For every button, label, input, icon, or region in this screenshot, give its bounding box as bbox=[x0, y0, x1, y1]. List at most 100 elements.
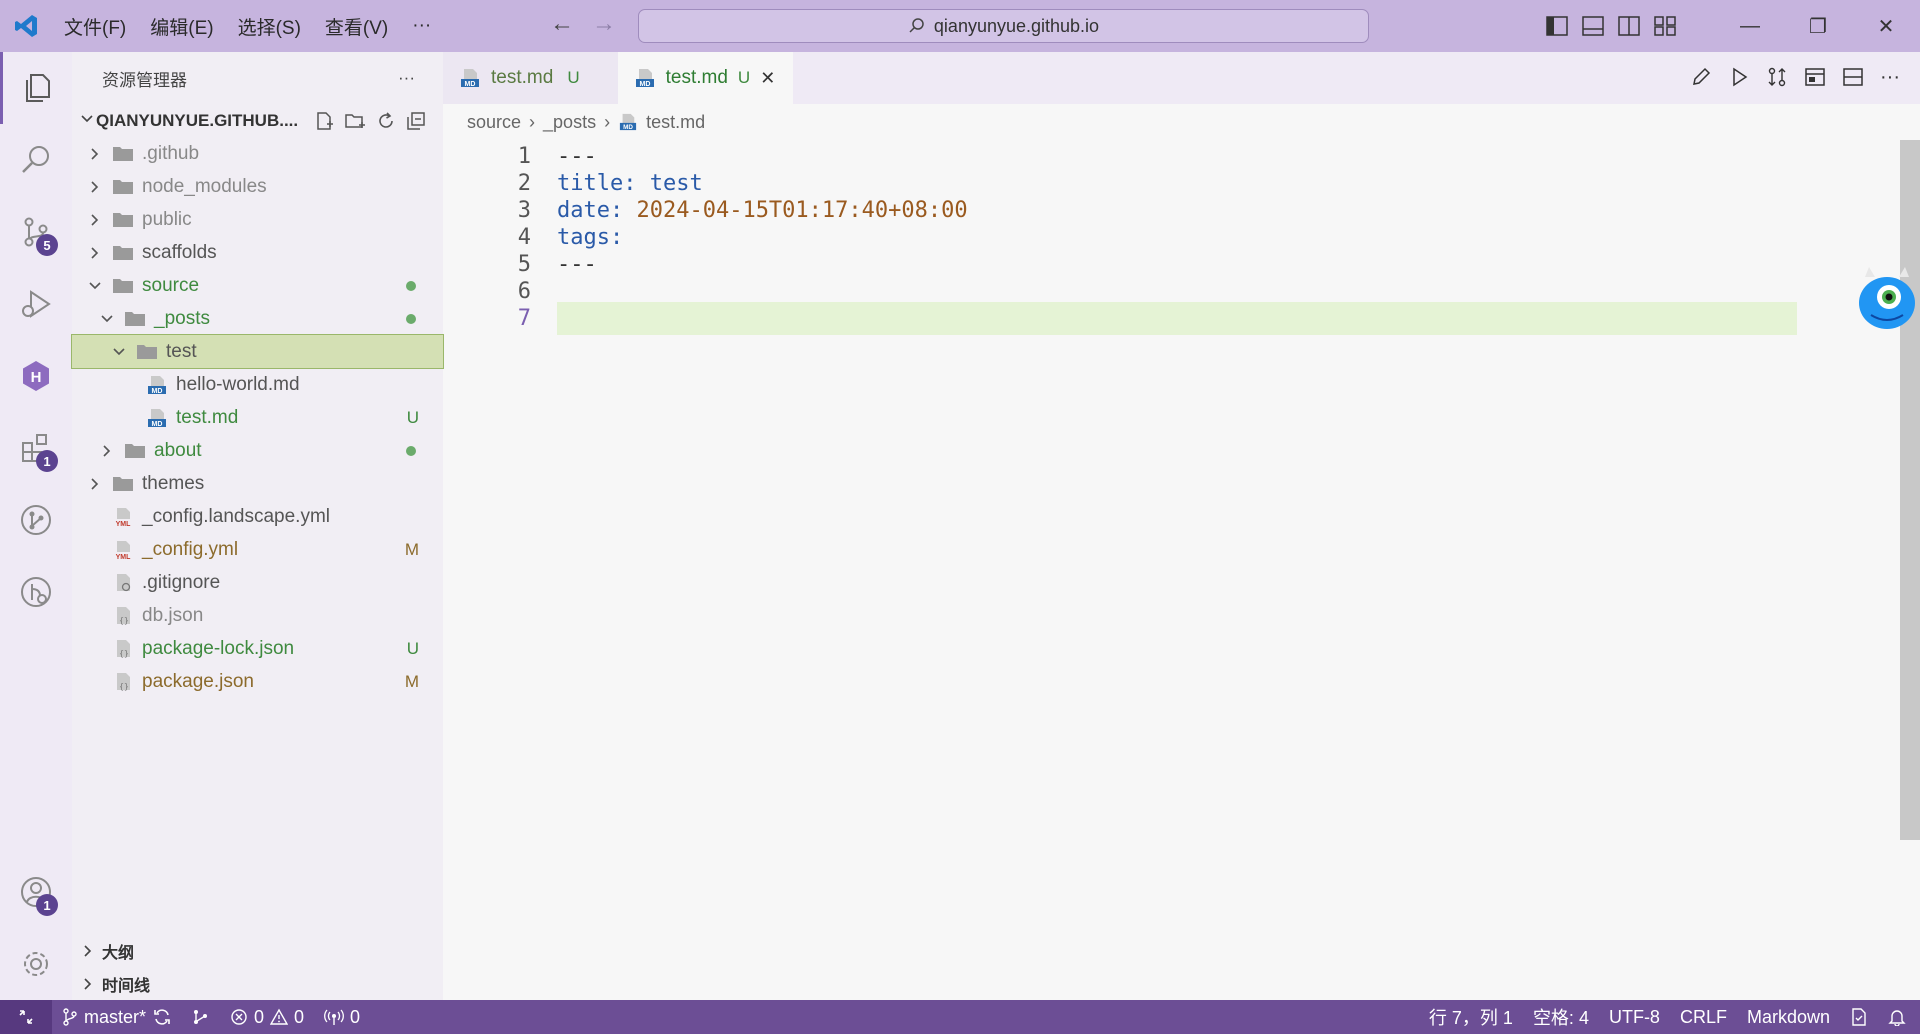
outline-section[interactable]: 大纲 bbox=[72, 934, 443, 967]
gear-icon[interactable] bbox=[0, 928, 72, 1000]
vertical-scrollbar[interactable] bbox=[1900, 140, 1920, 840]
new-file-icon[interactable] bbox=[314, 111, 334, 131]
toggle-panel-icon[interactable] bbox=[1582, 16, 1604, 36]
problems-status[interactable]: 0 0 bbox=[220, 1007, 314, 1028]
tree-item-hello-world[interactable]: MD hello-world.md bbox=[72, 368, 443, 401]
tab-test-md-preview[interactable]: MD test.md U bbox=[443, 52, 618, 104]
folder-open-icon bbox=[112, 276, 134, 296]
indentation[interactable]: 空格: 4 bbox=[1523, 1004, 1599, 1030]
modified-dot bbox=[406, 280, 416, 291]
tree-item-package-lock[interactable]: {} package-lock.json U bbox=[72, 632, 443, 665]
tree-item-test-folder[interactable]: test bbox=[71, 334, 444, 369]
accounts-badge: 1 bbox=[36, 894, 58, 916]
tree-item-node-modules[interactable]: node_modules bbox=[72, 170, 443, 203]
tree-item-github[interactable]: .github bbox=[72, 137, 443, 170]
refresh-icon[interactable] bbox=[376, 111, 396, 131]
edit-pencil-icon[interactable] bbox=[1690, 66, 1712, 88]
collapse-all-icon[interactable] bbox=[406, 111, 426, 131]
tree-item-about[interactable]: about bbox=[72, 434, 443, 467]
workspace-root-label: QIANYUNYUE.GITHUB.... bbox=[96, 110, 299, 130]
open-changes-icon[interactable] bbox=[1766, 66, 1788, 88]
workspace-root[interactable]: QIANYUNYUE.GITHUB.... bbox=[72, 104, 443, 137]
cursor-position[interactable]: 行 7，列 1 bbox=[1419, 1004, 1523, 1030]
forward-arrow-icon[interactable]: → bbox=[592, 10, 616, 38]
more-actions-icon[interactable]: ··· bbox=[1880, 66, 1900, 89]
chevron-down-icon bbox=[110, 343, 128, 361]
chevron-down-icon bbox=[98, 310, 116, 328]
tree-item-label: test.md bbox=[176, 406, 239, 428]
run-debug-icon[interactable] bbox=[0, 268, 72, 340]
branch-status[interactable]: master* bbox=[52, 1007, 182, 1028]
close-icon[interactable]: ✕ bbox=[1852, 0, 1920, 52]
line-ending[interactable]: CRLF bbox=[1670, 1007, 1737, 1028]
tree-item-test-md[interactable]: MD test.md U bbox=[72, 401, 443, 434]
source-control-icon[interactable]: 5 bbox=[0, 196, 72, 268]
command-center-search[interactable]: qianyunyue.github.io bbox=[638, 9, 1369, 43]
svg-text:H: H bbox=[31, 369, 42, 386]
run-icon[interactable] bbox=[1728, 66, 1750, 88]
toggle-secondary-sidebar-icon[interactable] bbox=[1618, 16, 1640, 36]
language-mode[interactable]: Markdown bbox=[1737, 1007, 1840, 1028]
tree-item-config-landscape[interactable]: YML _config.landscape.yml bbox=[72, 500, 443, 533]
folder-icon bbox=[112, 144, 134, 164]
tree-item-config[interactable]: YML _config.yml M bbox=[72, 533, 443, 566]
back-arrow-icon[interactable]: ← bbox=[550, 10, 574, 38]
timeline-section[interactable]: 时间线 bbox=[72, 967, 443, 1000]
menu-more[interactable]: ··· bbox=[400, 15, 443, 37]
warning-count: 0 bbox=[294, 1006, 305, 1027]
sync-icon[interactable] bbox=[152, 1008, 172, 1026]
tree-item-package-json[interactable]: {} package.json M bbox=[72, 665, 443, 698]
tree-item-posts[interactable]: _posts bbox=[72, 302, 443, 335]
chevron-right-icon bbox=[86, 178, 104, 196]
minimize-icon[interactable]: — bbox=[1716, 0, 1784, 52]
split-editor-icon[interactable] bbox=[1842, 66, 1864, 88]
file-status-icon[interactable] bbox=[1840, 1008, 1878, 1026]
tree-item-db-json[interactable]: {} db.json bbox=[72, 599, 443, 632]
extensions-icon[interactable]: 1 bbox=[0, 412, 72, 484]
tree-item-source[interactable]: source bbox=[72, 269, 443, 302]
tree-item-label: _config.landscape.yml bbox=[142, 505, 330, 527]
menu-selection[interactable]: 选择(S) bbox=[226, 13, 313, 40]
tree-item-themes[interactable]: themes bbox=[72, 467, 443, 500]
encoding[interactable]: UTF-8 bbox=[1599, 1007, 1670, 1028]
restore-icon[interactable]: ❐ bbox=[1784, 0, 1852, 52]
current-line: 7 bbox=[443, 302, 1920, 335]
tree-item-label: package-lock.json bbox=[142, 637, 295, 659]
breadcrumb-item[interactable]: source bbox=[467, 112, 521, 133]
tree-item-gitignore[interactable]: .gitignore bbox=[72, 566, 443, 599]
hexo-icon[interactable]: H bbox=[0, 340, 72, 412]
open-preview-icon[interactable] bbox=[1804, 66, 1826, 88]
git-graph-status[interactable] bbox=[182, 1008, 220, 1026]
modified-dot bbox=[406, 313, 416, 324]
chevron-down-icon bbox=[80, 111, 94, 131]
svg-text:MD: MD bbox=[152, 388, 163, 395]
chevron-right-icon bbox=[86, 475, 104, 493]
tree-item-public[interactable]: public bbox=[72, 203, 443, 236]
search-icon[interactable] bbox=[0, 124, 72, 196]
git-graph-icon[interactable] bbox=[0, 484, 72, 556]
breadcrumb-item[interactable]: _posts bbox=[543, 112, 596, 133]
accounts-icon[interactable]: 1 bbox=[0, 856, 72, 928]
tab-test-md[interactable]: MD test.md U ✕ bbox=[617, 52, 794, 104]
explorer-more-button[interactable]: ··· bbox=[398, 68, 415, 88]
close-icon[interactable]: ✕ bbox=[760, 68, 775, 89]
menu-view[interactable]: 查看(V) bbox=[313, 13, 400, 40]
menu-file[interactable]: 文件(F) bbox=[52, 13, 138, 40]
new-folder-icon[interactable] bbox=[344, 111, 366, 131]
vscode-logo-icon[interactable] bbox=[0, 0, 52, 52]
mascot-pet-icon[interactable] bbox=[1855, 265, 1917, 331]
toggle-primary-sidebar-icon[interactable] bbox=[1546, 16, 1568, 36]
code-editor[interactable]: 1 --- 2 title: test 3 date: 2024-04-15T0… bbox=[443, 140, 1920, 1000]
menu-edit[interactable]: 编辑(E) bbox=[138, 13, 225, 40]
chevron-right-icon bbox=[84, 944, 92, 957]
scm-badge: 5 bbox=[36, 234, 58, 256]
branch-name: master* bbox=[84, 1006, 147, 1027]
customize-layout-icon[interactable] bbox=[1654, 16, 1676, 36]
git-history-icon[interactable] bbox=[0, 556, 72, 628]
remote-indicator-icon[interactable] bbox=[0, 1000, 52, 1034]
explorer-icon[interactable] bbox=[0, 52, 72, 124]
tree-item-scaffolds[interactable]: scaffolds bbox=[72, 236, 443, 269]
bell-icon[interactable] bbox=[1878, 1008, 1920, 1026]
ports-status[interactable]: 0 bbox=[314, 1007, 370, 1028]
breadcrumb-item[interactable]: test.md bbox=[646, 112, 705, 133]
